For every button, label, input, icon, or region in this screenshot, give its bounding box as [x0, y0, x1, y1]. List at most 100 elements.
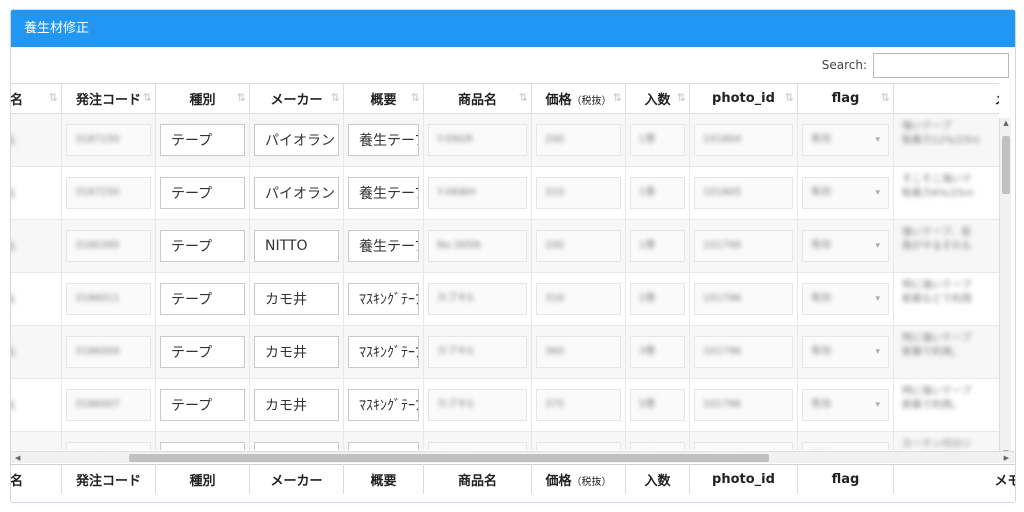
type-field[interactable]: テープ [160, 389, 245, 421]
order-code-field[interactable]: 3187250 [66, 177, 151, 209]
price-field[interactable]: 375 [536, 389, 621, 421]
flag-field[interactable]: 有効▾ [802, 283, 889, 315]
summary-field[interactable]: 養生テープ [348, 177, 419, 209]
sort-icon[interactable]: ⇅ [331, 91, 340, 104]
memo-field[interactable]: カーテン付のシ [898, 436, 999, 450]
header-col-2[interactable]: 種別 ⇅ [155, 83, 250, 114]
price-field[interactable]: 316 [536, 283, 621, 315]
summary-field[interactable]: マスカー [348, 442, 419, 450]
photo-id-field[interactable]: 101805 [694, 177, 793, 209]
quantity-field[interactable]: 1巻 [630, 124, 685, 156]
product-name-field[interactable]: Y-09GR [428, 124, 527, 156]
summary-field[interactable]: ﾏｽｷﾝｸﾞﾃｰﾌﾟ [348, 389, 419, 421]
header-col-10[interactable]: メモ [893, 83, 999, 114]
maker-field[interactable]: NITTO [254, 230, 339, 262]
price-field[interactable]: 200 [536, 230, 621, 262]
type-field[interactable]: テープ [160, 283, 245, 315]
sort-icon[interactable]: ⇅ [143, 91, 152, 104]
sort-icon[interactable]: ⇅ [237, 91, 246, 104]
memo-field[interactable]: そこそこ強いテ 粘着力6%/25m [898, 171, 999, 215]
quantity-field[interactable]: 1巻 [630, 230, 685, 262]
header-col-0[interactable]: 名 ⇅ [11, 83, 62, 114]
type-field[interactable]: テープ [160, 230, 245, 262]
type-field[interactable]: テープ [160, 442, 245, 450]
order-code-field[interactable]: 3186011 [66, 283, 151, 315]
header-col-6[interactable]: 価格（税抜） ⇅ [531, 83, 626, 114]
sort-icon[interactable]: ⇅ [519, 91, 528, 104]
header-col-7[interactable]: 入数 ⇅ [625, 83, 690, 114]
horizontal-scrollbar[interactable]: ◀ ▶ [11, 451, 1015, 463]
order-code-field[interactable]: 3113427 [66, 442, 151, 450]
quantity-field[interactable]: 3巻 [630, 336, 685, 368]
sort-icon[interactable]: ⇅ [677, 91, 686, 104]
order-code-field[interactable]: 3186007 [66, 389, 151, 421]
quantity-field[interactable]: 2巻 [630, 283, 685, 315]
price-field[interactable]: 200 [536, 124, 621, 156]
photo-id-field[interactable]: 101799 [694, 230, 793, 262]
search-input[interactable] [873, 52, 1009, 78]
quantity-field[interactable]: 1巻 [630, 177, 685, 209]
photo-id-field[interactable]: 101796 [694, 389, 793, 421]
product-name-field[interactable]: No.395N [428, 230, 527, 262]
price-field[interactable]: 470 [536, 442, 621, 450]
header-col-9[interactable]: flag ⇅ [797, 83, 894, 114]
memo-field[interactable]: 強いテープ、仮 我がやるそれも [898, 224, 999, 268]
price-field[interactable]: 360 [536, 336, 621, 368]
order-code-field[interactable]: 3186009 [66, 336, 151, 368]
product-name-field[interactable]: Y-06WH [428, 177, 527, 209]
memo-field[interactable]: 強いテープ 粘着力12%/25m [898, 118, 999, 162]
vertical-scrollbar[interactable]: ▲ ▼ [999, 118, 1011, 458]
summary-field[interactable]: ﾏｽｷﾝｸﾞﾃｰﾌﾟ [348, 336, 419, 368]
sort-icon[interactable]: ⇅ [613, 91, 622, 104]
header-col-3[interactable]: メーカー ⇅ [249, 83, 344, 114]
maker-field[interactable]: カモ井 [254, 389, 339, 421]
maker-field[interactable]: パイオラン [254, 124, 339, 156]
memo-field[interactable]: 特に強いテープ 新築などで利用 [898, 277, 999, 321]
horizontal-scroll-thumb[interactable] [129, 454, 769, 462]
summary-field[interactable]: ﾏｽｷﾝｸﾞﾃｰﾌﾟ [348, 283, 419, 315]
photo-id-field[interactable]: 101796 [694, 336, 793, 368]
quantity-field[interactable]: 5巻 [630, 389, 685, 421]
type-field[interactable]: テープ [160, 177, 245, 209]
order-code-field[interactable]: 3180395 [66, 230, 151, 262]
photo-id-field[interactable]: 101796 [694, 283, 793, 315]
header-col-8[interactable]: photo_id ⇅ [689, 83, 798, 114]
photo-id-field[interactable]: 101803 [694, 442, 793, 450]
product-name-field[interactable]: カブキS [428, 336, 527, 368]
order-code-field[interactable]: 3187150 [66, 124, 151, 156]
price-field[interactable]: 310 [536, 177, 621, 209]
product-name-field[interactable]: 2-WSR- [428, 442, 527, 450]
photo-id-field[interactable]: 101804 [694, 124, 793, 156]
type-field[interactable]: テープ [160, 336, 245, 368]
flag-field[interactable]: 有効▾ [802, 124, 889, 156]
quantity-field[interactable]: 1本 [630, 442, 685, 450]
vertical-scroll-thumb[interactable] [1002, 136, 1010, 194]
type-field[interactable]: テープ [160, 124, 245, 156]
flag-field[interactable]: 有効▾ [802, 336, 889, 368]
memo-field[interactable]: 特に強いテープ 新築で利用。 [898, 383, 999, 427]
maker-field[interactable]: パイオラン [254, 177, 339, 209]
sort-icon[interactable]: ⇅ [411, 91, 420, 104]
scroll-left-icon[interactable]: ◀ [15, 452, 20, 464]
table-scroll-body[interactable]: 名 ⇅ 発注コード ⇅ 種別 ⇅ メーカー ⇅ 概要 ⇅ 商品名 ⇅ 価格（税抜） ⇅ 入数 ⇅ photo_i… [11, 83, 999, 450]
maker-field[interactable]: カモ井 [254, 283, 339, 315]
sort-icon[interactable]: ⇅ [881, 91, 890, 104]
sort-icon[interactable]: ⇅ [49, 91, 58, 104]
header-col-1[interactable]: 発注コード ⇅ [61, 83, 156, 114]
header-col-5[interactable]: 商品名 ⇅ [423, 83, 532, 114]
flag-field[interactable]: 有効▾ [802, 442, 889, 450]
flag-field[interactable]: 有効▾ [802, 177, 889, 209]
maker-field[interactable]: カモ井 [254, 336, 339, 368]
header-col-4[interactable]: 概要 ⇅ [343, 83, 424, 114]
summary-field[interactable]: 養生テープ [348, 230, 419, 262]
product-name-field[interactable]: カブキS [428, 283, 527, 315]
scroll-up-icon[interactable]: ▲ [1001, 119, 1011, 127]
sort-icon[interactable]: ⇅ [785, 91, 794, 104]
maker-field[interactable]: ー [254, 442, 339, 450]
product-name-field[interactable]: カブキS [428, 389, 527, 421]
flag-field[interactable]: 有効▾ [802, 230, 889, 262]
summary-field[interactable]: 養生テープ [348, 124, 419, 156]
flag-field[interactable]: 有効▾ [802, 389, 889, 421]
memo-field[interactable]: 特に強いテープ 新築で利用。 [898, 330, 999, 374]
scroll-right-icon[interactable]: ▶ [1004, 452, 1009, 464]
